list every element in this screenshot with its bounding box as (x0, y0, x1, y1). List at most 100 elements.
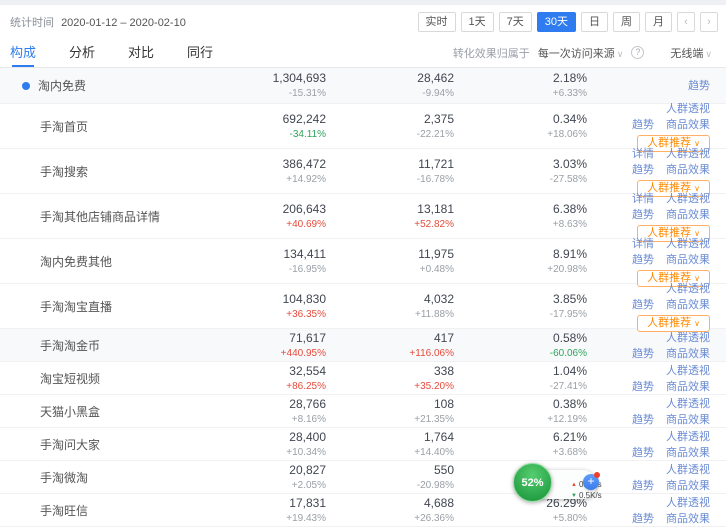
tab-2[interactable]: 分析 (69, 38, 95, 67)
action-links-line: 人群透视 (587, 429, 710, 444)
channel-cell: 淘内免费 (0, 77, 210, 94)
action-link[interactable]: 人群透视 (666, 283, 710, 295)
action-link[interactable]: 详情 (632, 193, 654, 205)
action-link[interactable]: 趋势 (632, 414, 654, 426)
channel-cell: 手淘其他店铺商品详情 (0, 208, 210, 225)
range-button-3[interactable]: 7天 (499, 12, 532, 32)
action-link[interactable]: 商品效果 (666, 299, 710, 311)
action-link[interactable]: 人群透视 (666, 238, 710, 250)
action-link[interactable]: 趋势 (632, 209, 654, 221)
action-links-line: 趋势 (587, 78, 710, 93)
table-row: 淘内免费其他134,411-16.95%11,975+0.48%8.91%+20… (0, 239, 726, 284)
action-link[interactable]: 商品效果 (666, 414, 710, 426)
prev-button[interactable]: ‹ (677, 12, 695, 32)
download-speed: ▼ 0.5K/s (571, 490, 602, 501)
action-link[interactable]: 商品效果 (666, 381, 710, 393)
metric2-cell: 417+116.06% (326, 332, 454, 359)
metric2-change: +11.88% (326, 309, 454, 320)
action-links-line: 人群透视 (587, 396, 710, 411)
action-link[interactable]: 商品效果 (666, 447, 710, 459)
channel-cell: 手淘问大家 (0, 436, 210, 453)
rate-cell: 3.85%-17.95% (454, 293, 587, 320)
action-link[interactable]: 人群透视 (666, 431, 710, 443)
action-link[interactable]: 详情 (632, 148, 654, 160)
action-link[interactable]: 趋势 (632, 513, 654, 525)
tab-3[interactable]: 对比 (128, 38, 154, 67)
action-link[interactable]: 趋势 (632, 480, 654, 492)
chevron-down-icon: ∨ (694, 319, 700, 328)
terminal-select[interactable]: 无线端∨ (670, 45, 712, 61)
action-link[interactable]: 人群透视 (666, 103, 710, 115)
range-button-4[interactable]: 30天 (537, 12, 576, 32)
actions-cell: 人群透视趋势商品效果人群推荐∨ (587, 280, 726, 332)
plus-button[interactable]: + (583, 474, 599, 490)
metric2-change: +116.06% (326, 348, 454, 359)
next-button[interactable]: › (700, 12, 718, 32)
action-link[interactable]: 人群透视 (666, 497, 710, 509)
action-links-line: 趋势商品效果 (587, 252, 710, 267)
action-link[interactable]: 详情 (632, 238, 654, 250)
action-link[interactable]: 商品效果 (666, 119, 710, 131)
action-link[interactable]: 商品效果 (666, 480, 710, 492)
date-range-value: 2020-01-12 – 2020-02-10 (61, 17, 186, 29)
visitors-change: +8.16% (210, 414, 326, 425)
visitors-cell: 692,242-34.11% (210, 113, 326, 140)
metric2-change: +14.40% (326, 447, 454, 458)
action-link[interactable]: 趋势 (632, 447, 654, 459)
rate-change: +12.19% (454, 414, 587, 425)
action-link[interactable]: 商品效果 (666, 209, 710, 221)
channel-cell: 手淘淘宝直播 (0, 298, 210, 315)
help-icon[interactable]: ? (631, 46, 644, 59)
rate-cell: 6.38%+8.63% (454, 203, 587, 230)
action-link[interactable]: 商品效果 (666, 513, 710, 525)
channel-name: 手淘淘金币 (40, 337, 100, 354)
metric2-value: 28,462 (326, 72, 454, 85)
attribution-select[interactable]: 每一次访问来源∨ (538, 45, 624, 61)
visitors-value: 17,831 (210, 497, 326, 510)
action-link[interactable]: 人群透视 (666, 148, 710, 160)
metric2-cell: 550-20.98% (326, 464, 454, 491)
action-link[interactable]: 趋势 (632, 348, 654, 360)
visitors-cell: 206,643+40.69% (210, 203, 326, 230)
terminal-value: 无线端 (670, 48, 703, 60)
action-link[interactable]: 人群透视 (666, 193, 710, 205)
range-button-5[interactable]: 日 (581, 12, 608, 32)
action-link[interactable]: 商品效果 (666, 254, 710, 266)
floating-monitor-widget[interactable]: ▲ 0.9K/s ▼ 0.5K/s 52% + (513, 463, 599, 505)
rate-cell: 0.58%-60.06% (454, 332, 587, 359)
action-link[interactable]: 趋势 (632, 119, 654, 131)
action-link[interactable]: 趋势 (632, 254, 654, 266)
rate-change: +3.68% (454, 447, 587, 458)
visitors-change: +440.95% (210, 348, 326, 359)
action-links-line: 趋势商品效果 (587, 346, 710, 361)
action-link[interactable]: 趋势 (688, 80, 710, 92)
tab-1[interactable]: 构成 (10, 38, 36, 67)
tab-4[interactable]: 同行 (187, 38, 213, 67)
metric2-cell: 338+35.20% (326, 365, 454, 392)
action-link[interactable]: 趋势 (632, 164, 654, 176)
table-row: 手淘淘金币 71,617 +440.95%417+116.06%0.58%-60.0… (0, 329, 726, 362)
action-link[interactable]: 人群透视 (666, 464, 710, 476)
range-button-2[interactable]: 1天 (461, 12, 494, 32)
action-link[interactable]: 人群透视 (666, 332, 710, 344)
action-link[interactable]: 商品效果 (666, 164, 710, 176)
channel-name: 天猫小黑盒 (40, 403, 100, 420)
action-link[interactable]: 趋势 (632, 299, 654, 311)
action-links-line: 趋势商品效果 (587, 412, 710, 427)
range-button-6[interactable]: 周 (613, 12, 640, 32)
action-link[interactable]: 人群透视 (666, 365, 710, 377)
table-row: 手淘旺信17,831+19.43%4,688+26.36%26.29%+5.80… (0, 494, 726, 527)
attribution-value: 每一次访问来源 (538, 48, 615, 60)
filters: 转化效果归属于 每一次访问来源∨ ? 无线端∨ (453, 45, 712, 61)
visitors-change: -16.95% (210, 264, 326, 275)
action-link[interactable]: 人群透视 (666, 398, 710, 410)
channel-name: 淘内免费 (38, 77, 86, 94)
action-link[interactable]: 趋势 (632, 381, 654, 393)
range-button-1[interactable]: 实时 (418, 12, 456, 32)
progress-ball[interactable]: 52% (513, 463, 552, 502)
metric2-cell: 4,688+26.36% (326, 497, 454, 524)
actions-cell: 人群透视趋势商品效果 (587, 362, 726, 395)
range-button-7[interactable]: 月 (645, 12, 672, 32)
visitors-value: 71,617 (210, 332, 326, 345)
action-link[interactable]: 商品效果 (666, 348, 710, 360)
